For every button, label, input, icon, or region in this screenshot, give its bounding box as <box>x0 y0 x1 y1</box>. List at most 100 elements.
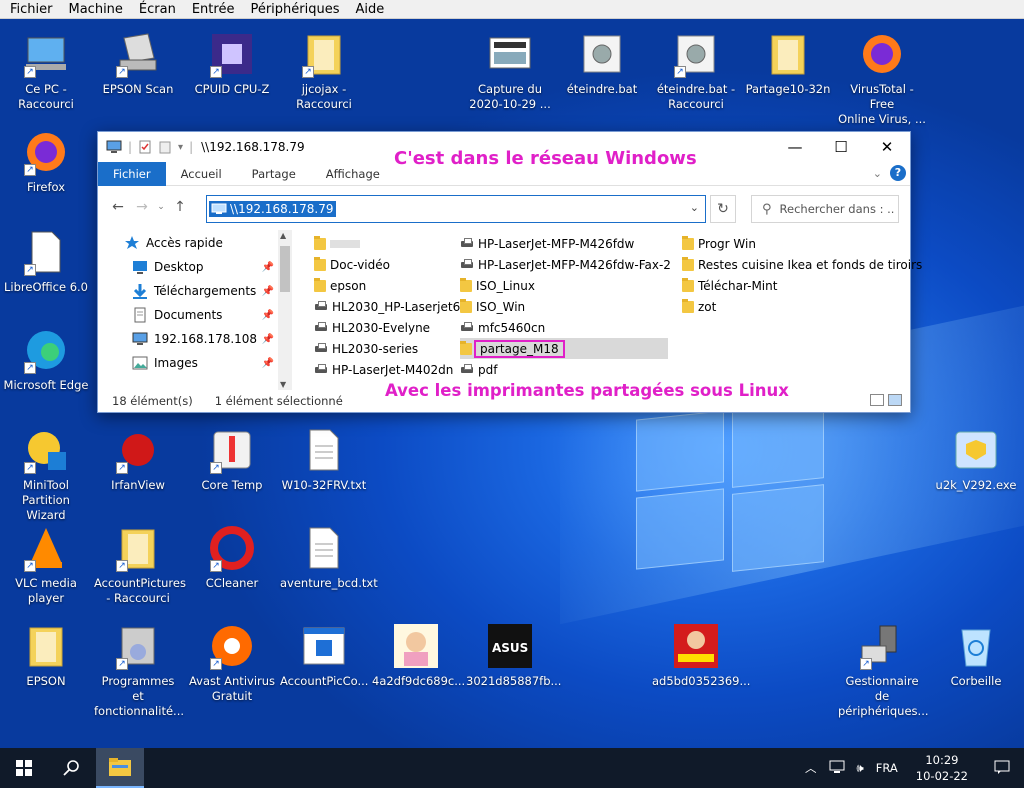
desktop-icon-3[interactable]: ↗ jjcojax - Raccourci <box>280 30 368 112</box>
address-text[interactable]: \\192.168.178.79 <box>230 202 334 216</box>
language-indicator[interactable]: FRA <box>870 761 904 775</box>
vm-menu-1[interactable]: Machine <box>59 2 129 17</box>
show-hidden-icons-icon[interactable]: ︿ <box>799 760 823 776</box>
desktop-icon-7[interactable]: Partage10-32n <box>744 30 832 97</box>
file-item[interactable] <box>314 233 360 254</box>
nav-item-1[interactable]: Desktop 📌 <box>132 256 282 278</box>
desktop-icon-10[interactable]: ↗ LibreOffice 6.0 <box>2 228 90 295</box>
nav-item-3[interactable]: Documents 📌 <box>132 304 282 326</box>
tab-fichier[interactable]: Fichier <box>98 161 166 186</box>
desktop-icon-27[interactable]: ad5bd0352369... <box>652 622 750 689</box>
back-button[interactable]: ← <box>106 199 130 215</box>
file-item[interactable]: HL2030-series <box>314 338 418 359</box>
desktop-icon-6[interactable]: ↗ éteindre.bat - Raccourci <box>652 30 740 112</box>
nav-pane-scrollbar[interactable]: ▲ ▼ <box>278 230 292 390</box>
desktop-icon-14[interactable]: ↗ Core Temp <box>188 426 276 493</box>
scroll-up-icon[interactable]: ▲ <box>280 231 286 240</box>
tab-accueil[interactable]: Accueil <box>166 162 237 186</box>
desktop-icon-11[interactable]: ↗ Microsoft Edge <box>2 326 90 393</box>
expand-ribbon-icon[interactable]: ⌄ <box>873 167 882 180</box>
file-item[interactable]: ISO_Win <box>460 296 525 317</box>
nav-item-4[interactable]: 192.168.178.108 📌 <box>132 328 282 350</box>
nav-item-label: Accès rapide <box>146 236 223 250</box>
recent-locations-icon[interactable]: ⌄ <box>154 202 168 212</box>
desktop-icon-18[interactable]: ↗ AccountPictures - Raccourci <box>94 524 186 606</box>
desktop-icon-0[interactable]: ↗ Ce PC - Raccourci <box>2 30 90 112</box>
file-item[interactable]: Téléchar-Mint <box>682 275 777 296</box>
file-explorer-window[interactable]: | ▾ | \\192.168.178.79 C'est dans le rés… <box>97 131 922 413</box>
desktop-icon-5[interactable]: éteindre.bat <box>558 30 646 97</box>
search-input[interactable] <box>779 202 895 216</box>
address-bar[interactable]: \\192.168.178.79 ⌄ <box>206 195 706 223</box>
properties-icon[interactable] <box>138 140 152 154</box>
file-item[interactable]: Progr Win <box>682 233 756 254</box>
start-button[interactable] <box>0 748 48 788</box>
file-item[interactable]: HL2030-Evelyne <box>314 317 430 338</box>
desktop-icon-25[interactable]: 4a2df9dc689c... <box>372 622 465 689</box>
desktop-icon-19[interactable]: ↗ CCleaner <box>188 524 276 591</box>
notifications-icon[interactable] <box>980 760 1024 777</box>
desktop-icon-21[interactable]: EPSON <box>2 622 90 689</box>
clock[interactable]: 10:29 10-02-22 <box>904 752 980 784</box>
tab-partage[interactable]: Partage <box>237 162 311 186</box>
nav-item-2[interactable]: Téléchargements 📌 <box>132 280 282 302</box>
desktop-icon-16[interactable]: u2k_V292.exe <box>932 426 1020 493</box>
desktop-icon-13[interactable]: ↗ IrfanView <box>94 426 182 493</box>
volume-icon[interactable]: 🕪 <box>851 761 870 776</box>
desktop-icon-24[interactable]: AccountPicCo... <box>280 622 368 689</box>
file-item[interactable]: HP-LaserJet-MFP-M426fdw-Fax-2 <box>460 254 671 275</box>
file-explorer-taskbar-button[interactable] <box>96 748 144 788</box>
vm-menu-5[interactable]: Aide <box>346 2 391 17</box>
desktop-icon-26[interactable]: ASUS 3021d85887fb... <box>466 622 561 689</box>
close-button[interactable]: ✕ <box>864 132 910 162</box>
maximize-button[interactable]: ☐ <box>818 132 864 162</box>
desktop-icon-4[interactable]: Capture du 2020-10-29 ... <box>466 30 554 112</box>
desktop-icon-29[interactable]: Corbeille <box>932 622 1020 689</box>
desktop-icon-9[interactable]: ↗ Firefox <box>2 128 90 195</box>
search-box[interactable]: ⚲ <box>751 195 899 223</box>
scroll-down-icon[interactable]: ▼ <box>280 380 286 389</box>
help-icon[interactable]: ? <box>890 165 906 181</box>
network-icon[interactable] <box>823 760 851 777</box>
vm-menu-2[interactable]: Écran <box>129 2 182 17</box>
quick-access-dropdown-icon[interactable]: ▾ <box>178 142 183 153</box>
vm-menu-4[interactable]: Périphériques <box>240 2 345 17</box>
minimize-button[interactable]: — <box>772 132 818 162</box>
vm-menu-3[interactable]: Entrée <box>182 2 241 17</box>
file-item[interactable]: HL2030_HP-Laserjet6 <box>314 296 460 317</box>
file-item[interactable]: pdf <box>460 359 497 380</box>
desktop-icon-12[interactable]: ↗ MiniTool Partition Wizard <box>2 426 90 523</box>
file-item[interactable]: Restes cuisine Ikea et fonds de tiroirs <box>682 254 922 275</box>
file-item[interactable]: partage_M18 <box>460 338 668 359</box>
forward-button[interactable]: → <box>130 199 154 215</box>
desktop-icon-17[interactable]: ↗ VLC media player <box>2 524 90 606</box>
desktop-icon-20[interactable]: aventure_bcd.txt <box>280 524 378 591</box>
address-dropdown-icon[interactable]: ⌄ <box>690 201 699 214</box>
refresh-button[interactable]: ↻ <box>710 195 736 223</box>
large-icons-view-icon[interactable] <box>888 394 902 406</box>
file-item[interactable]: ISO_Linux <box>460 275 535 296</box>
desktop-icon-23[interactable]: ↗ Avast Antivirus Gratuit <box>188 622 276 704</box>
file-item[interactable]: Doc-vidéo <box>314 254 390 275</box>
desktop-icon-28[interactable]: ↗ Gestionnaire de périphériques... <box>838 622 929 719</box>
desktop-icon-1[interactable]: ↗ EPSON Scan <box>94 30 182 97</box>
desktop-icon-8[interactable]: VirusTotal - Free Online Virus, ... <box>838 30 926 127</box>
file-item[interactable]: mfc5460cn <box>460 317 545 338</box>
nav-item-5[interactable]: Images 📌 <box>132 352 282 374</box>
file-item[interactable]: epson <box>314 275 366 296</box>
desktop-icon-2[interactable]: ↗ CPUID CPU-Z <box>188 30 276 97</box>
scrollbar-thumb[interactable] <box>280 246 290 292</box>
new-folder-icon[interactable] <box>158 140 172 154</box>
file-item[interactable]: zot <box>682 296 716 317</box>
title-bar[interactable]: | ▾ | \\192.168.178.79 C'est dans le rés… <box>98 132 910 169</box>
nav-item-0[interactable]: Accès rapide <box>124 232 274 254</box>
vm-menu-0[interactable]: Fichier <box>0 2 59 17</box>
details-view-icon[interactable] <box>870 394 884 406</box>
file-item[interactable]: HP-LaserJet-M402dn <box>314 359 453 380</box>
desktop-icon-22[interactable]: ↗ Programmes et fonctionnalité... <box>94 622 184 719</box>
up-button[interactable]: ↑ <box>168 199 192 215</box>
tab-affichage[interactable]: Affichage <box>311 162 395 186</box>
search-taskbar-button[interactable] <box>48 748 96 788</box>
desktop-icon-15[interactable]: W10-32FRV.txt <box>280 426 368 493</box>
file-item[interactable]: HP-LaserJet-MFP-M426fdw <box>460 233 634 254</box>
